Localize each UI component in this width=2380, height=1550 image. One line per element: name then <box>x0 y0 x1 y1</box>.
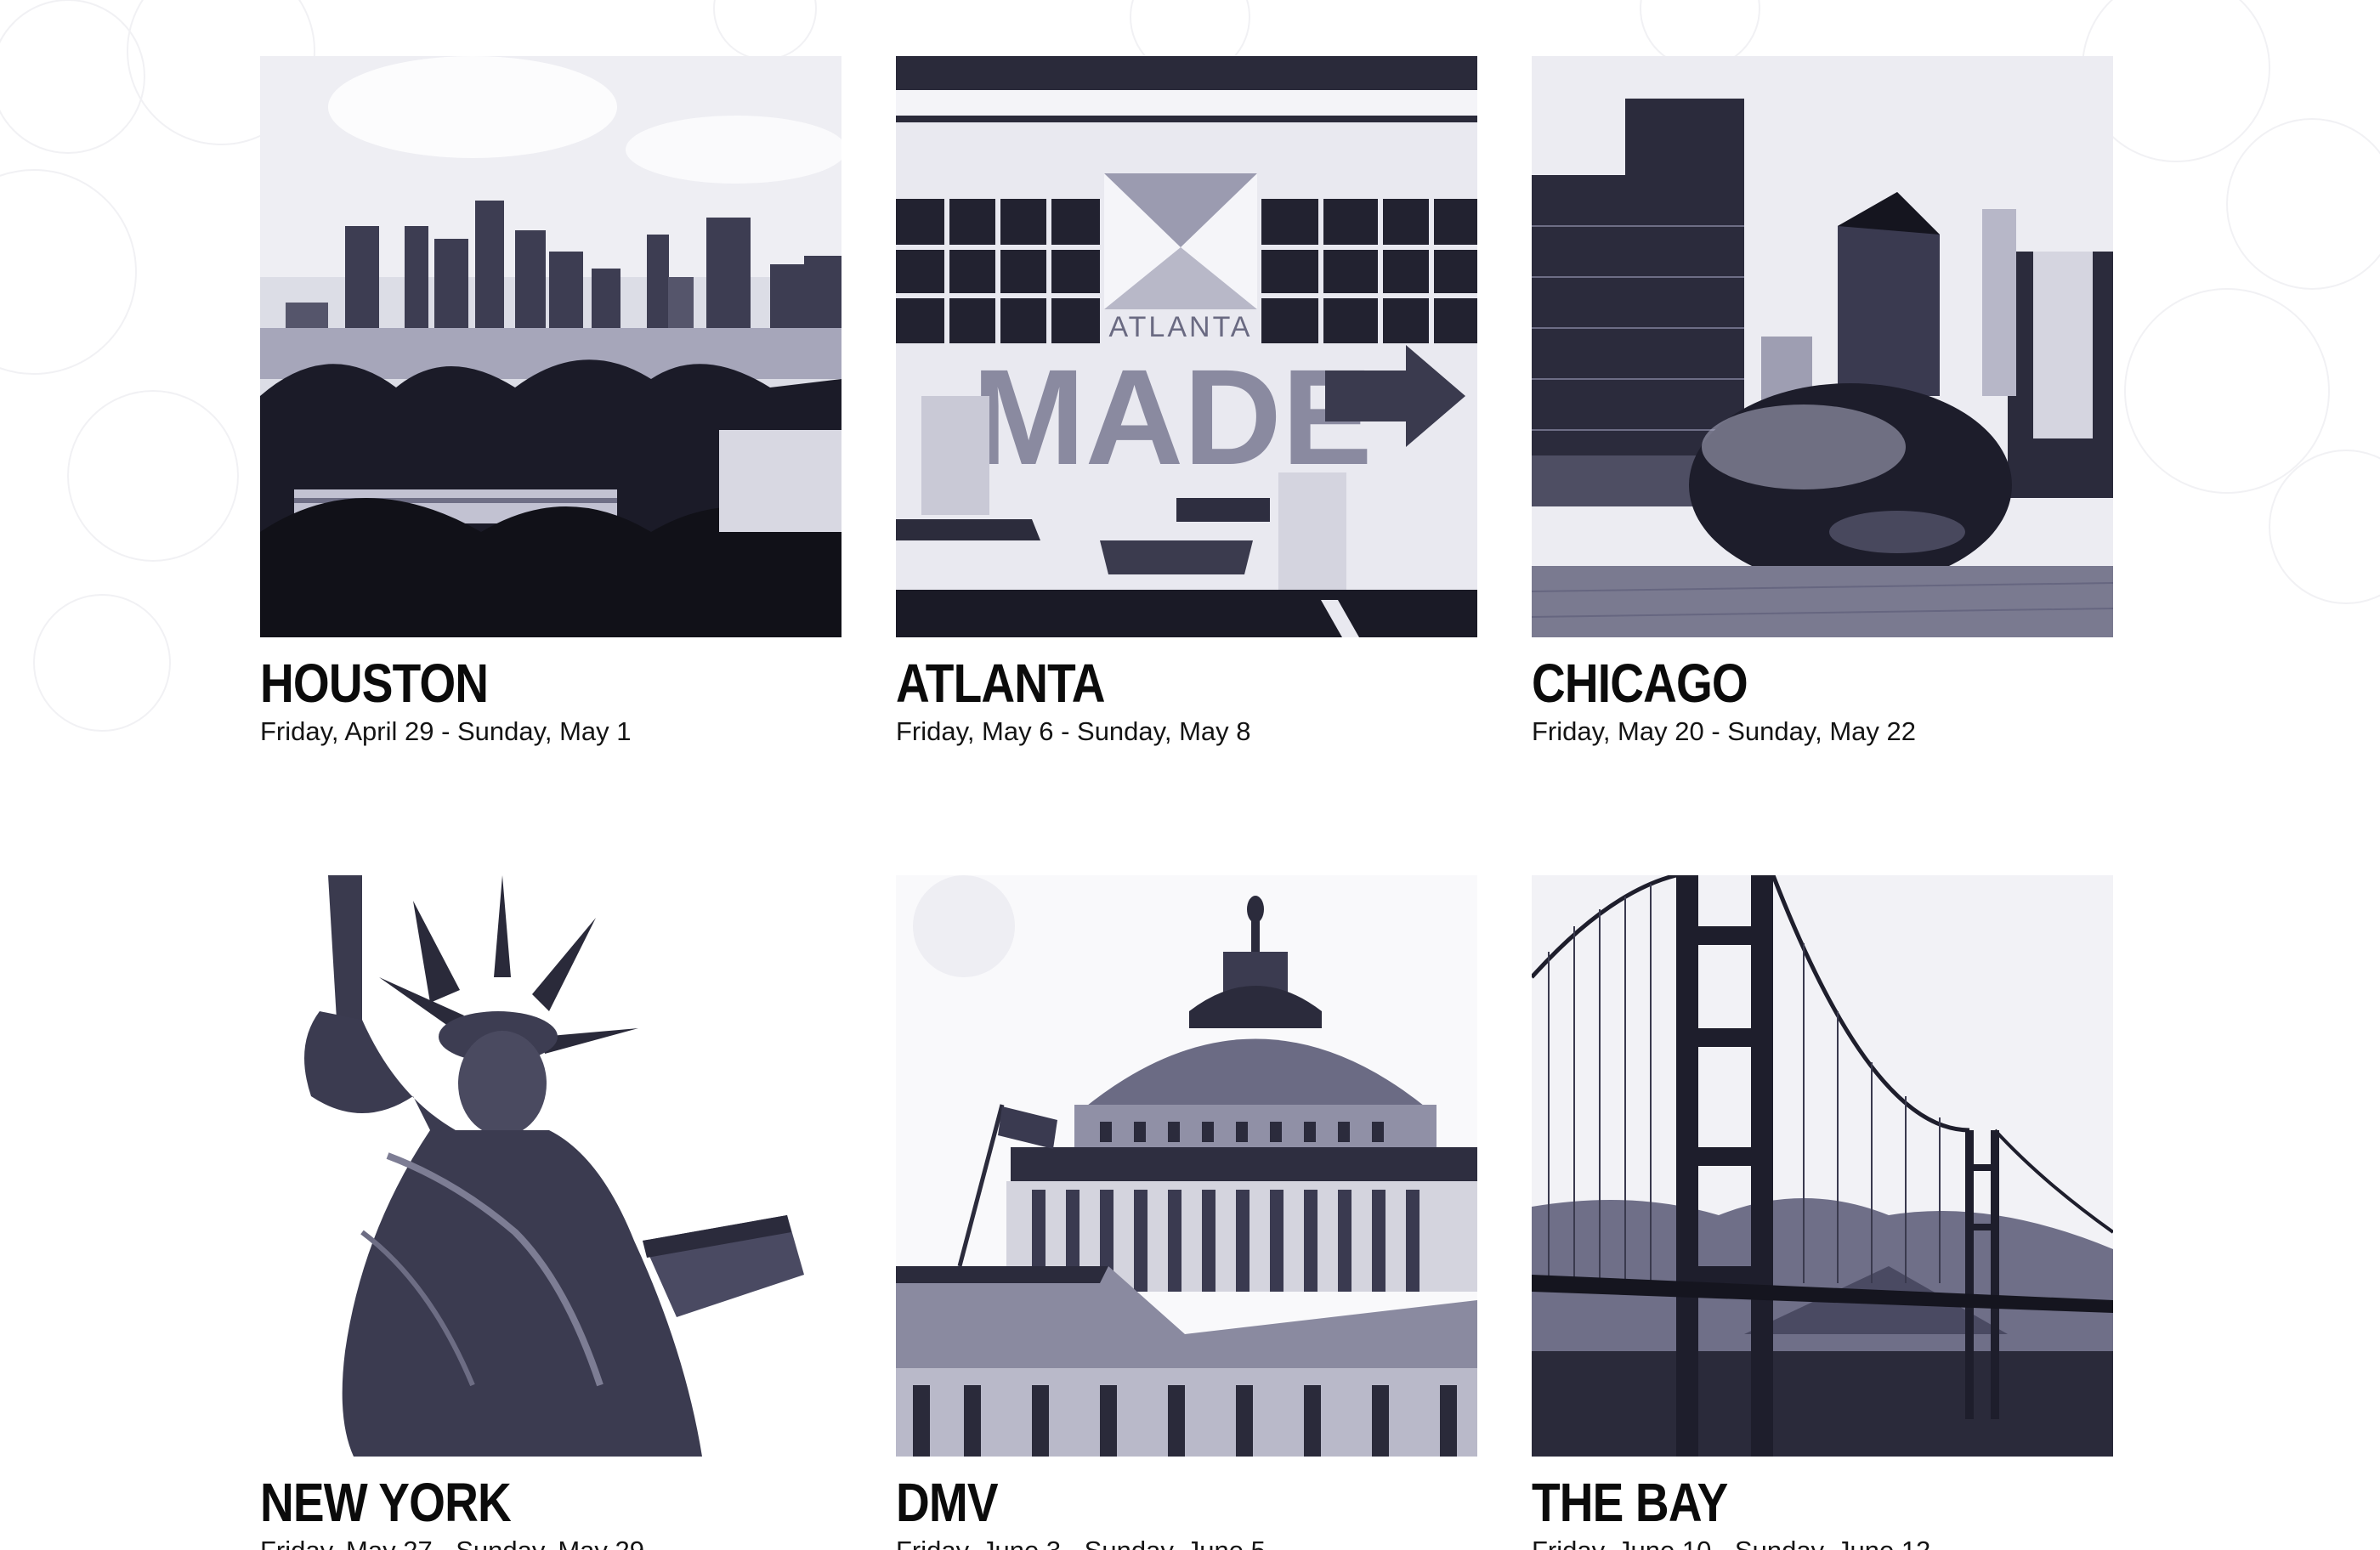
capitol-dome-photo[interactable] <box>896 875 1477 1457</box>
event-dates: Friday, May 27 - Sunday, May 29 <box>260 1535 842 1550</box>
golden-gate-bridge-photo[interactable] <box>1532 875 2113 1457</box>
city-name[interactable]: DMV <box>896 1474 1396 1531</box>
city-card-the-bay[interactable]: THE BAY Friday, June 10 - Sunday, June 1… <box>1532 875 2113 1550</box>
event-dates: Friday, May 20 - Sunday, May 22 <box>1532 716 1916 746</box>
city-card-atlanta[interactable]: ATLANTA MADE ATLANTA Friday, May 6 - Sun… <box>896 56 1477 748</box>
atlanta-made-mural-photo[interactable]: ATLANTA MADE <box>896 56 1477 637</box>
city-grid: HOUSTON Friday, April 29 - Sunday, May 1… <box>260 56 2113 1550</box>
city-name[interactable]: THE BAY <box>1532 1474 2032 1531</box>
atlanta-mural-text: ATLANTA <box>1109 311 1253 343</box>
city-card-houston[interactable]: HOUSTON Friday, April 29 - Sunday, May 1 <box>260 56 842 748</box>
city-card-new-york[interactable]: NEW YORK Friday, May 27 - Sunday, May 29 <box>260 875 842 1550</box>
made-mural-text: MADE <box>972 341 1372 493</box>
event-dates: Friday, June 3 - Sunday, June 5 <box>896 1535 1477 1550</box>
city-card-chicago[interactable]: CHICAGO Friday, May 20 - Sunday, May 22 <box>1532 56 2113 748</box>
city-name[interactable]: HOUSTON <box>260 654 760 712</box>
city-name[interactable]: ATLANTA <box>896 654 1396 712</box>
chicago-bean-photo[interactable] <box>1532 56 2113 637</box>
city-name[interactable]: NEW YORK <box>260 1474 760 1531</box>
city-name[interactable]: CHICAGO <box>1532 654 2032 712</box>
event-dates: Friday, April 29 - Sunday, May 1 <box>260 716 632 746</box>
event-dates: Friday, May 6 - Sunday, May 8 <box>896 716 1251 746</box>
statue-of-liberty-photo[interactable] <box>260 875 842 1457</box>
houston-skyline-photo[interactable] <box>260 56 842 637</box>
city-card-dmv[interactable]: DMV Friday, June 3 - Sunday, June 5 <box>896 875 1477 1550</box>
event-dates: Friday, June 10 - Sunday, June 12 <box>1532 1535 2113 1550</box>
